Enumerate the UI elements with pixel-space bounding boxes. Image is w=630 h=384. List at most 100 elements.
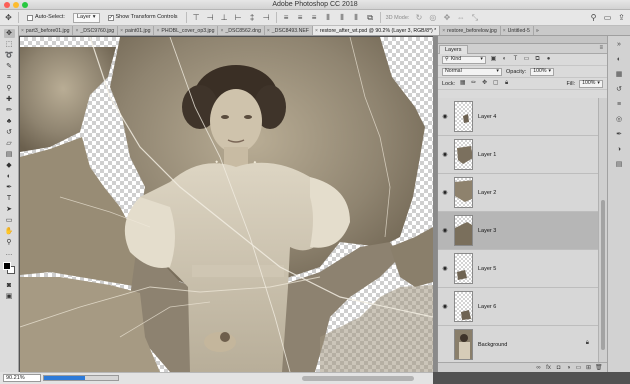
quick-mask-icon[interactable]: ◙ — [4, 281, 15, 290]
close-tab-icon[interactable]: × — [267, 26, 270, 35]
color-panel-icon[interactable]: ◐ — [614, 55, 624, 65]
layer-name[interactable]: Background — [478, 342, 507, 348]
layer-row-selected[interactable]: ◉ Layer 3 — [438, 212, 598, 250]
layer-name[interactable]: Layer 2 — [478, 190, 496, 196]
visibility-eye-icon[interactable]: ◉ — [438, 151, 452, 158]
paths-panel-icon[interactable]: ✒ — [614, 130, 624, 140]
filter-type-icon[interactable]: T — [512, 56, 519, 63]
visibility-eye-icon[interactable]: ◉ — [438, 113, 452, 120]
shape-tool-icon[interactable]: ▭ — [4, 216, 15, 225]
show-transform-check[interactable] — [107, 14, 114, 21]
add-mask-icon[interactable]: ◘ — [555, 365, 562, 371]
lock-transparency-icon[interactable]: ▦ — [459, 80, 466, 87]
new-group-icon[interactable]: ▭ — [575, 364, 582, 371]
distribute-vcenter-icon[interactable]: ≡ — [296, 13, 305, 22]
3d-scale-icon[interactable]: ⤡ — [470, 13, 479, 22]
close-tab-icon[interactable]: × — [120, 26, 123, 35]
lasso-tool-icon[interactable]: ➰ — [4, 51, 15, 60]
link-layers-icon[interactable]: ∞ — [535, 365, 542, 371]
tab-untitled-5[interactable]: × Untitled-5 — [501, 26, 534, 35]
workspace-icon[interactable]: ▭ — [603, 13, 612, 22]
layer-name[interactable]: Layer 5 — [478, 266, 496, 272]
panel-header-bar[interactable] — [438, 36, 607, 44]
move-tool-preset-icon[interactable]: ✥ — [4, 13, 13, 22]
layer-row[interactable]: ◉ Layer 5 — [438, 250, 598, 288]
visibility-eye-icon[interactable]: ◉ — [438, 303, 452, 310]
brush-tool-icon[interactable]: ✏ — [4, 106, 15, 115]
layer-thumbnail[interactable] — [454, 101, 473, 132]
layer-style-icon[interactable]: fx — [545, 365, 552, 371]
libraries-panel-icon[interactable]: ▤ — [614, 160, 624, 170]
layer-name[interactable]: Layer 3 — [478, 228, 496, 234]
3d-roll-icon[interactable]: ◎ — [428, 13, 437, 22]
close-tab-icon[interactable]: × — [75, 26, 78, 35]
marquee-tool-icon[interactable]: ⬚ — [4, 40, 15, 49]
tabs-overflow-button[interactable]: » — [534, 26, 542, 35]
close-tab-icon[interactable]: × — [442, 26, 445, 35]
type-tool-icon[interactable]: T — [4, 194, 15, 203]
layer-row[interactable]: ◉ Layer 6 — [438, 288, 598, 326]
align-right-icon[interactable]: ⊣ — [262, 13, 271, 22]
filter-adjustment-icon[interactable]: ◐ — [501, 56, 508, 63]
tab-dsc8562[interactable]: × _DSC8562.dng — [218, 26, 265, 35]
close-tab-icon[interactable]: × — [220, 26, 223, 35]
align-top-icon[interactable]: ⊤ — [192, 13, 201, 22]
layer-thumbnail[interactable] — [454, 329, 473, 360]
clone-stamp-tool-icon[interactable]: ♣ — [4, 117, 15, 126]
channels-panel-icon[interactable]: ◎ — [614, 115, 624, 125]
swatches-panel-icon[interactable]: ▦ — [614, 70, 624, 80]
tab-restore-beforelow[interactable]: × restore_beforelow.jpg — [440, 26, 501, 35]
blur-tool-icon[interactable]: ◆ — [4, 161, 15, 170]
new-layer-icon[interactable]: ⊞ — [585, 364, 592, 371]
lock-all-icon[interactable]: 🔒︎ — [503, 80, 510, 87]
visibility-eye-icon[interactable]: ◉ — [438, 227, 452, 234]
search-icon[interactable]: ⚲ — [589, 13, 598, 22]
layer-thumbnail[interactable] — [454, 177, 473, 208]
distribute-right-icon[interactable]: ⦀ — [352, 13, 361, 22]
healing-brush-tool-icon[interactable]: ✚ — [4, 95, 15, 104]
close-tab-icon[interactable]: × — [315, 26, 318, 35]
layer-name[interactable]: Layer 4 — [478, 114, 496, 120]
properties-panel-icon[interactable]: ≡ — [614, 100, 624, 110]
distribute-left-icon[interactable]: ⦀ — [324, 13, 333, 22]
distribute-bottom-icon[interactable]: ≡ — [310, 13, 319, 22]
layer-thumbnail[interactable] — [454, 253, 473, 284]
visibility-eye-icon[interactable]: ◉ — [438, 189, 452, 196]
tab-phobl-cover[interactable]: × PHOBL_cover_op3.jpg — [154, 26, 219, 35]
layer-name[interactable]: Layer 6 — [478, 304, 496, 310]
layers-scrollbar[interactable] — [598, 98, 607, 362]
fill-field[interactable]: 100% ▾ — [579, 79, 603, 88]
filter-kind-dropdown[interactable]: ⚲ Kind ▾ — [442, 55, 486, 64]
dodge-tool-icon[interactable]: ◐ — [4, 172, 15, 181]
layer-row[interactable]: ◉ Layer 4 — [438, 98, 598, 136]
show-transform-checkbox[interactable]: Show Transform Controls — [105, 13, 181, 23]
auto-select-check[interactable] — [27, 14, 33, 21]
color-swatches[interactable] — [2, 262, 16, 275]
3d-slide-icon[interactable]: ⇔ — [456, 13, 465, 22]
move-tool-icon[interactable]: ✥ — [3, 29, 15, 38]
lock-image-icon[interactable]: ✏ — [470, 80, 477, 87]
align-hcenter-icon[interactable]: ‡ — [248, 13, 257, 22]
hand-tool-icon[interactable]: ✋ — [4, 227, 15, 236]
zoom-tool-icon[interactable]: ⚲ — [4, 238, 15, 247]
align-vcenter-icon[interactable]: ⊣ — [206, 13, 215, 22]
3d-pan-icon[interactable]: ✥ — [442, 13, 451, 22]
quick-select-tool-icon[interactable]: ✎ — [4, 62, 15, 71]
eyedropper-tool-icon[interactable]: ⚲ — [4, 84, 15, 93]
tab-dsc8493[interactable]: × _DSC8493.NEF — [265, 26, 313, 35]
gradient-tool-icon[interactable]: ▤ — [4, 150, 15, 159]
zoom-level-field[interactable]: 90.21% — [3, 374, 41, 382]
3d-rotate-icon[interactable]: ↻ — [414, 13, 423, 22]
layer-name[interactable]: Layer 1 — [478, 152, 496, 158]
lock-position-icon[interactable]: ✥ — [481, 80, 488, 87]
screen-mode-icon[interactable]: ▣ — [4, 292, 15, 301]
adjustment-layer-icon[interactable]: ◑ — [565, 365, 572, 371]
opacity-field[interactable]: 100% ▾ — [530, 67, 555, 76]
close-tab-icon[interactable]: × — [156, 26, 159, 35]
layer-row[interactable]: ◉ Layer 2 — [438, 174, 598, 212]
collapse-panels-icon[interactable]: » — [614, 40, 624, 50]
eraser-tool-icon[interactable]: ▱ — [4, 139, 15, 148]
layers-scroll-thumb[interactable] — [601, 200, 605, 350]
close-tab-icon[interactable]: × — [21, 26, 24, 35]
more-tools-icon[interactable]: … — [4, 249, 15, 258]
